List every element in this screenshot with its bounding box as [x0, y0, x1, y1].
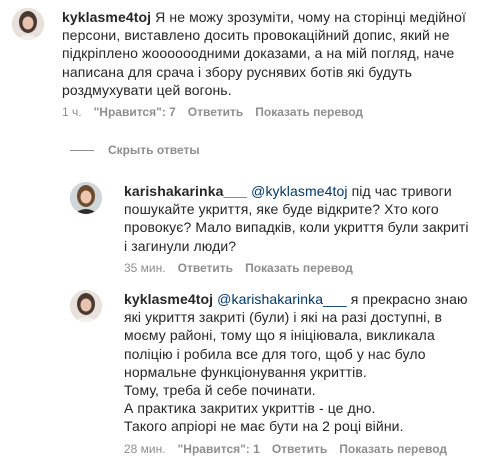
comment-text: karishakarinka___ @kyklasme4toj під час тр… [124, 182, 474, 255]
translate-button[interactable]: Показать перевод [339, 442, 447, 456]
comment-line: Тому, треба й себе починати. [124, 382, 316, 399]
comment-text: kyklasme4toj Я не можу зрозуміти, чому на… [62, 8, 472, 99]
comment-meta: 28 мин. "Нравится": 1 Ответить Показать … [124, 442, 474, 456]
reply-button[interactable]: Ответить [272, 442, 327, 456]
comment-meta: 1 ч. "Нравится": 7 Ответить Показать пер… [62, 105, 472, 119]
comment-time[interactable]: 1 ч. [62, 105, 82, 119]
avatar[interactable] [12, 8, 44, 40]
likes-count[interactable]: "Нравится": 7 [94, 105, 176, 119]
comment-username[interactable]: kyklasme4toj [62, 9, 151, 25]
comment: kyklasme4toj Я не можу зрозуміти, чому на… [12, 8, 482, 119]
comment-username[interactable]: kyklasme4toj [124, 291, 213, 307]
avatar[interactable] [70, 290, 102, 322]
mention-link[interactable]: @kyklasme4toj [251, 183, 347, 199]
avatar[interactable] [70, 182, 102, 214]
comment-reply: karishakarinka___ @kyklasme4toj під час тр… [70, 182, 490, 275]
translate-button[interactable]: Показать перевод [245, 261, 353, 275]
mention-link[interactable]: @karishakarinka___ [217, 291, 347, 307]
avatar-icon [70, 182, 102, 214]
divider-line [70, 149, 94, 151]
comment-text: kyklasme4toj @karishakarinka___ я прекрасн… [124, 290, 474, 436]
avatar-icon [70, 290, 102, 322]
comment-time[interactable]: 35 мин. [124, 261, 166, 275]
hide-replies-button[interactable]: Скрыть ответы [70, 143, 200, 157]
comment-username[interactable]: karishakarinka___ [124, 183, 247, 199]
likes-count[interactable]: "Нравится": 1 [178, 442, 260, 456]
comment-line: А практика закритих укриттів - це дно. [124, 400, 376, 417]
avatar-icon [12, 8, 44, 40]
reply-button[interactable]: Ответить [178, 261, 233, 275]
reply-button[interactable]: Ответить [188, 105, 243, 119]
comment-time[interactable]: 28 мин. [124, 442, 166, 456]
hide-replies-label: Скрыть ответы [108, 143, 200, 157]
comment-reply: kyklasme4toj @karishakarinka___ я прекрасн… [70, 290, 490, 456]
comment-meta: 35 мин. Ответить Показать перевод [124, 261, 474, 275]
translate-button[interactable]: Показать перевод [255, 105, 363, 119]
comment-line: Такого апріорі не має бути на 2 році вій… [124, 418, 404, 435]
